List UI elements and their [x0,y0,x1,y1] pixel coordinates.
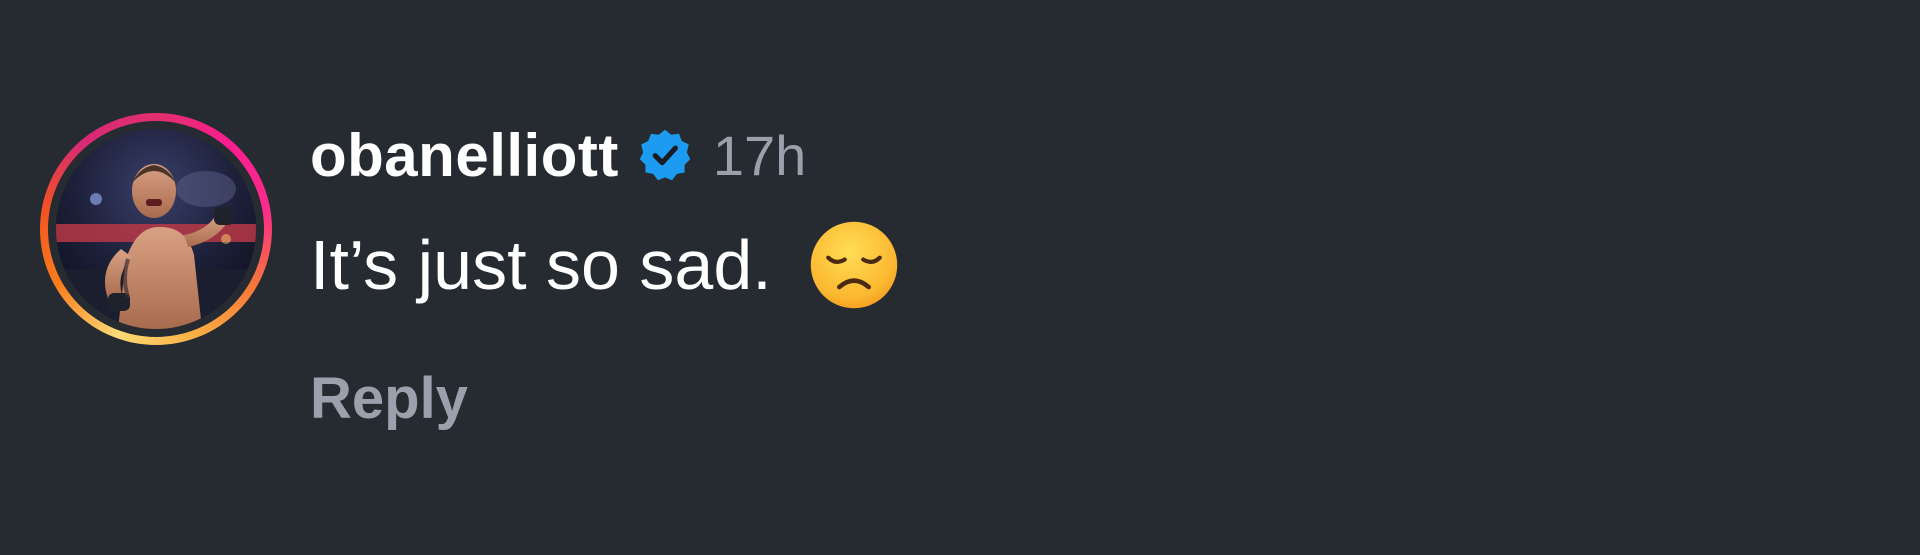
timestamp: 17h [712,123,807,187]
comment-item: obanelliott 17h It’s just so sad. Reply [0,0,1920,555]
avatar-image [56,129,256,329]
username[interactable]: obanelliott [310,121,619,190]
comment-body: It’s just so sad. [310,220,900,310]
avatar-story-ring [48,121,264,337]
comment-header: obanelliott 17h [310,120,806,190]
disappointed-face-emoji-icon [808,219,900,311]
avatar[interactable] [40,113,272,345]
reply-button[interactable]: Reply [310,365,468,432]
comment-text: It’s just so sad. [310,226,772,304]
verified-badge-icon [637,127,693,183]
